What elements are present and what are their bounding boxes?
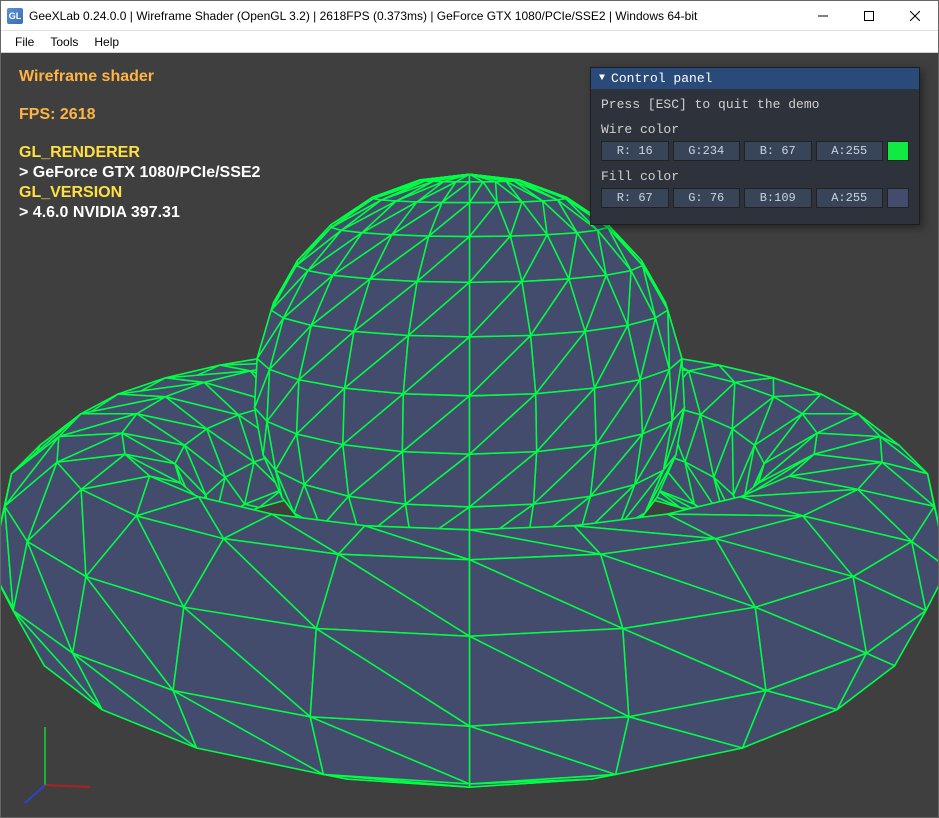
fill-color-label: Fill color bbox=[601, 169, 909, 184]
fill-color-b[interactable]: B:109 bbox=[744, 188, 812, 208]
panel-header[interactable]: ▼ Control panel bbox=[591, 68, 919, 89]
gl-version-label: GL_VERSION bbox=[19, 183, 260, 203]
fill-color-g[interactable]: G: 76 bbox=[673, 188, 741, 208]
window-controls bbox=[800, 1, 938, 30]
gl-renderer-value: > GeForce GTX 1080/PCIe/SSE2 bbox=[19, 163, 260, 183]
menubar: File Tools Help bbox=[1, 31, 938, 53]
wire-color-g[interactable]: G:234 bbox=[673, 141, 741, 161]
fill-color-swatch[interactable] bbox=[887, 188, 909, 208]
window-title: GeeXLab 0.24.0.0 | Wireframe Shader (Ope… bbox=[29, 9, 800, 23]
gl-renderer-label: GL_RENDERER bbox=[19, 143, 260, 163]
app-window: GL GeeXLab 0.24.0.0 | Wireframe Shader (… bbox=[0, 0, 939, 818]
panel-instruction: Press [ESC] to quit the demo bbox=[601, 97, 909, 112]
fps-counter: FPS: 2618 bbox=[19, 105, 260, 125]
wire-color-r[interactable]: R: 16 bbox=[601, 141, 669, 161]
app-icon: GL bbox=[7, 8, 23, 24]
wire-color-swatch[interactable] bbox=[887, 141, 909, 161]
panel-title: Control panel bbox=[611, 71, 712, 86]
collapse-arrow-icon: ▼ bbox=[599, 73, 605, 84]
fill-color-row: R: 67 G: 76 B:109 A:255 bbox=[601, 188, 909, 208]
maximize-button[interactable] bbox=[846, 1, 892, 30]
wire-color-row: R: 16 G:234 B: 67 A:255 bbox=[601, 141, 909, 161]
fill-color-a[interactable]: A:255 bbox=[816, 188, 884, 208]
panel-body: Press [ESC] to quit the demo Wire color … bbox=[591, 89, 919, 224]
gl-version-value: > 4.6.0 NVIDIA 397.31 bbox=[19, 203, 260, 223]
wire-color-b[interactable]: B: 67 bbox=[744, 141, 812, 161]
menu-tools[interactable]: Tools bbox=[42, 33, 86, 51]
viewport-3d[interactable]: Wireframe shader FPS: 2618 GL_RENDERER >… bbox=[1, 53, 938, 817]
titlebar[interactable]: GL GeeXLab 0.24.0.0 | Wireframe Shader (… bbox=[1, 1, 938, 31]
wire-color-a[interactable]: A:255 bbox=[816, 141, 884, 161]
demo-title: Wireframe shader bbox=[19, 67, 260, 87]
close-button[interactable] bbox=[892, 1, 938, 30]
menu-file[interactable]: File bbox=[7, 33, 42, 51]
minimize-button[interactable] bbox=[800, 1, 846, 30]
wire-color-label: Wire color bbox=[601, 122, 909, 137]
control-panel[interactable]: ▼ Control panel Press [ESC] to quit the … bbox=[590, 67, 920, 225]
menu-help[interactable]: Help bbox=[86, 33, 127, 51]
overlay-stats: Wireframe shader FPS: 2618 GL_RENDERER >… bbox=[19, 67, 260, 223]
fill-color-r[interactable]: R: 67 bbox=[601, 188, 669, 208]
